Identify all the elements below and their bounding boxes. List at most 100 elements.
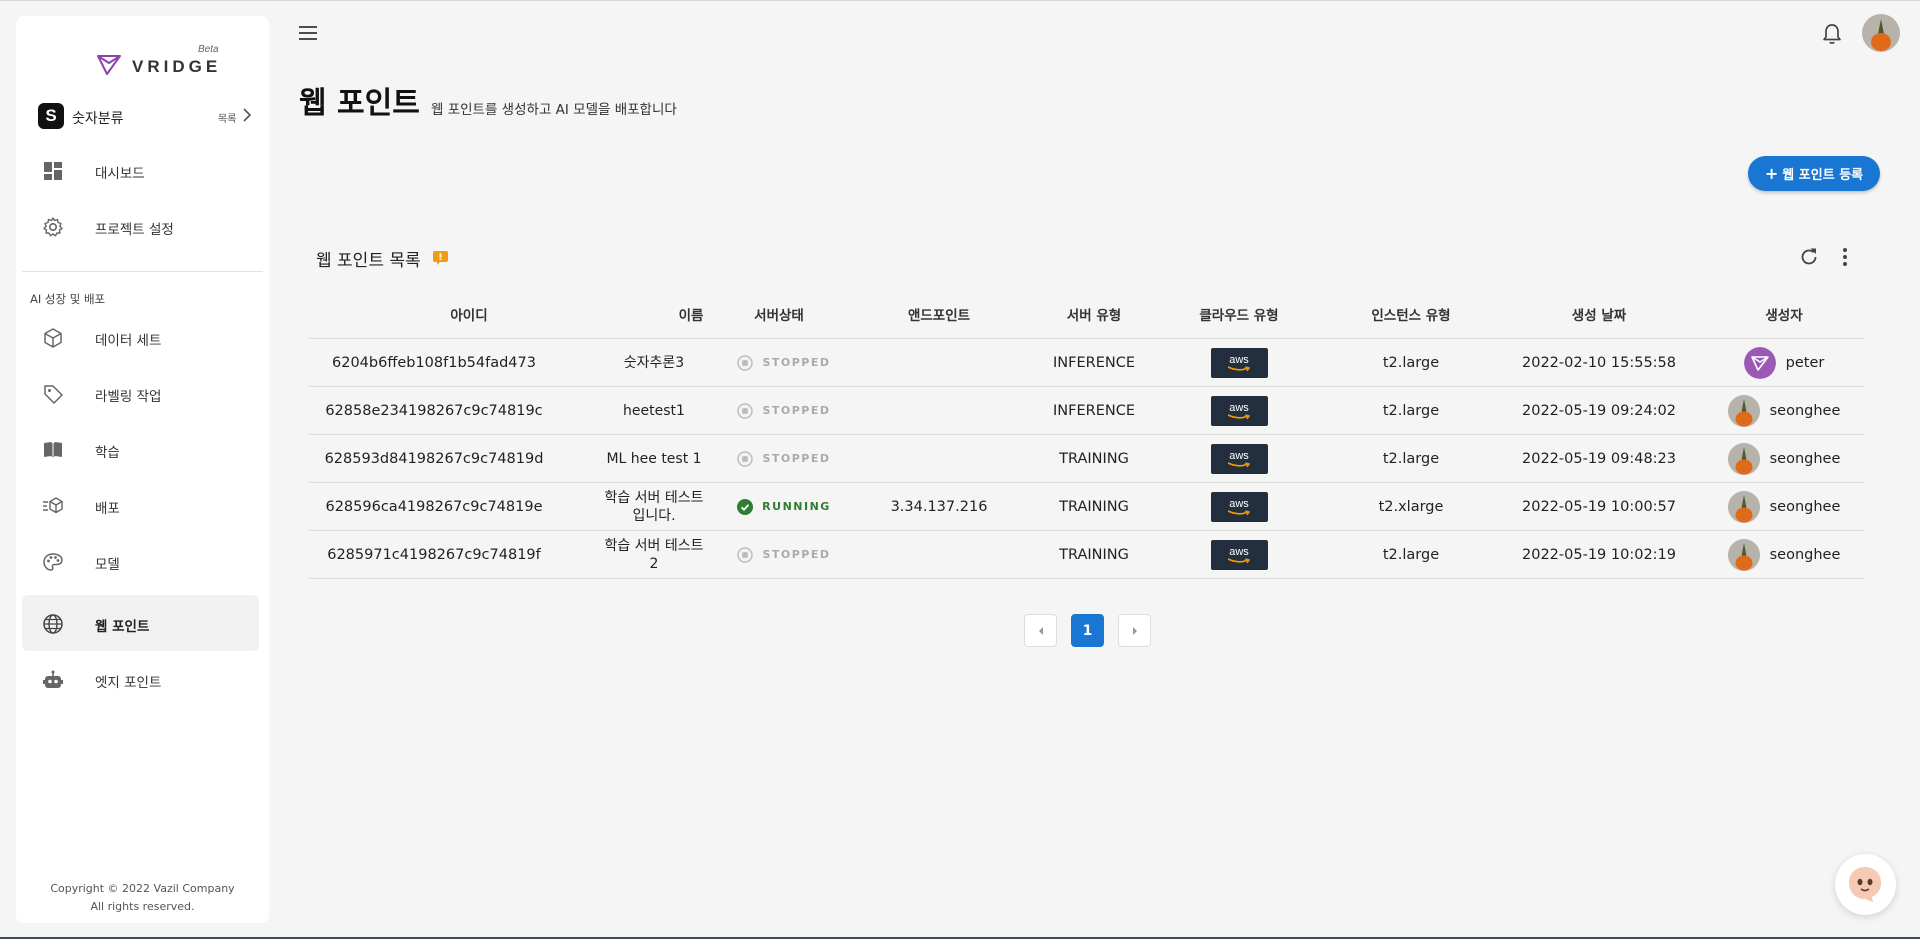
add-button-label: 웹 포인트 등록	[1782, 168, 1864, 183]
sidebar-item-model[interactable]: 모델	[22, 533, 259, 589]
robot-icon	[43, 670, 63, 688]
sidebar-item-dashboard[interactable]: 대시보드	[22, 142, 259, 198]
cell-id: 6285971c4198267c9c74819f	[309, 531, 559, 579]
caret-left-icon	[1038, 626, 1043, 635]
creator: seonghee	[1727, 395, 1840, 427]
column-header-instance-type[interactable]: 인스턴스 유형	[1331, 304, 1491, 324]
caret-right-icon	[1132, 626, 1137, 635]
avatar	[1727, 491, 1760, 523]
prev-page-button[interactable]	[1024, 614, 1057, 647]
copyright: Copyright © 2022 Vazil Company All right…	[16, 880, 269, 916]
bell-icon[interactable]	[1819, 21, 1845, 47]
table-row[interactable]: 6285971c4198267c9c74819f 학습 서버 테스트 2 STOPP…	[309, 531, 1865, 579]
user-avatar[interactable]	[1862, 14, 1900, 52]
sidebar-item-training[interactable]: 학습	[22, 421, 259, 477]
column-header-server-type[interactable]: 서버 유형	[1024, 304, 1164, 324]
status-text: STOPPED	[762, 356, 831, 369]
column-header-cloud-type[interactable]: 클라우드 유형	[1169, 304, 1309, 324]
created-text: 2022-05-19 09:24:02	[1522, 403, 1676, 419]
more-vert-icon[interactable]	[1835, 245, 1855, 269]
server-type-text: INFERENCE	[1053, 355, 1135, 371]
sidebar-item-web-point[interactable]: 웹 포인트	[22, 595, 259, 651]
cell-instance: t2.large	[1331, 435, 1491, 483]
avatar	[1727, 539, 1760, 571]
dashboard-icon	[44, 162, 62, 180]
project-list-link[interactable]: 목록	[218, 110, 236, 125]
cell-instance: t2.xlarge	[1331, 483, 1491, 531]
table-row[interactable]: 628593d84198267c9c74819d ML hee test 1 STO…	[309, 435, 1865, 483]
column-header-endpoint[interactable]: 앤드포인트	[869, 304, 1009, 324]
app-logo[interactable]: Beta VRIDGE	[82, 34, 222, 80]
name-text: 숫자추론3	[623, 355, 685, 371]
menu-icon[interactable]	[297, 24, 319, 42]
status-badge: STOPPED	[737, 450, 830, 468]
project-selector[interactable]: S 숫자분류 목록	[38, 99, 258, 133]
cell-cloud: aws	[1169, 435, 1309, 483]
stop-circle-icon	[737, 451, 754, 467]
cell-name: 학습 서버 테스트 입니다.	[569, 483, 739, 531]
palette-icon	[43, 553, 63, 571]
column-header-creator[interactable]: 생성자	[1704, 304, 1864, 324]
cell-id: 628596ca4198267c9c74819e	[309, 483, 559, 531]
user-photo-icon	[1727, 491, 1760, 523]
cell-name: heetest1	[569, 387, 739, 435]
column-header-created[interactable]: 생성 날짜	[1519, 304, 1679, 324]
created-text: 2022-02-10 15:55:58	[1522, 355, 1676, 371]
gear-icon	[43, 217, 63, 237]
cell-status: STOPPED	[719, 435, 849, 483]
column-header-id[interactable]: 아이디	[359, 304, 579, 324]
instance-text: t2.xlarge	[1378, 499, 1444, 515]
creator-name: seonghee	[1769, 547, 1841, 563]
cell-endpoint	[869, 387, 1009, 435]
next-page-button[interactable]	[1118, 614, 1151, 647]
server-type-text: INFERENCE	[1053, 403, 1135, 419]
tag-icon	[44, 385, 63, 404]
refresh-icon[interactable]	[1797, 245, 1821, 269]
cell-creator: seonghee	[1704, 387, 1864, 435]
aws-logo: aws	[1210, 348, 1268, 378]
cell-endpoint	[869, 531, 1009, 579]
sidebar-section-label: AI 성장 및 배포	[30, 292, 106, 306]
endpoint-text: 3.34.137.216	[890, 499, 988, 515]
stop-circle-icon	[737, 355, 754, 371]
sidebar-item-labeling[interactable]: 라벨링 작업	[22, 365, 259, 421]
id-text: 628596ca4198267c9c74819e	[325, 499, 543, 515]
id-text: 6285971c4198267c9c74819f	[327, 547, 541, 563]
cell-endpoint	[869, 435, 1009, 483]
cell-name: 학습 서버 테스트 2	[569, 531, 739, 579]
project-name: 숫자분류	[72, 111, 124, 127]
sidebar-item-project-settings[interactable]: 프로젝트 설정	[22, 198, 259, 254]
instance-text: t2.large	[1382, 451, 1440, 467]
status-badge: STOPPED	[737, 354, 830, 372]
table-row[interactable]: 62858e234198267c9c74819c heetest1 STOPPED I…	[309, 387, 1865, 435]
check-circle-icon	[737, 499, 754, 515]
table-row[interactable]: 628596ca4198267c9c74819e 학습 서버 테스트 입니다. RU…	[309, 483, 1865, 531]
sidebar-item-edge-point[interactable]: 엣지 포인트	[22, 651, 259, 707]
page-button-current[interactable]: 1	[1071, 614, 1104, 647]
cell-instance: t2.large	[1331, 531, 1491, 579]
cell-cloud: aws	[1169, 339, 1309, 387]
cell-status: STOPPED	[719, 339, 849, 387]
cell-creator: peter	[1704, 339, 1864, 387]
sidebar-item-deploy[interactable]: 배포	[22, 477, 259, 533]
add-web-point-button[interactable]: + 웹 포인트 등록	[1748, 156, 1880, 191]
sidebar-item-label: 모델	[95, 557, 120, 573]
cell-creator: seonghee	[1704, 435, 1864, 483]
creator-name: seonghee	[1769, 451, 1841, 467]
table-row[interactable]: 6204b6ffeb108f1b54fad473 숫자추론3 STOPPED INFE…	[309, 339, 1865, 387]
column-header-status[interactable]: 서버상태	[729, 304, 829, 324]
name-text: 학습 서버 테스트 2	[604, 538, 704, 572]
aws-smile-icon	[1227, 557, 1251, 563]
instance-text: t2.large	[1382, 355, 1440, 371]
cell-created: 2022-05-19 10:00:57	[1519, 483, 1679, 531]
aws-smile-icon	[1227, 413, 1251, 419]
aws-logo: aws	[1210, 396, 1268, 426]
beta-badge: Beta	[198, 44, 219, 55]
cell-endpoint	[869, 339, 1009, 387]
chat-support-button[interactable]	[1835, 854, 1896, 915]
cloud-type-text: aws	[1229, 353, 1249, 366]
stop-circle-icon	[737, 547, 754, 563]
server-type-text: TRAINING	[1059, 451, 1129, 467]
instance-text: t2.large	[1382, 403, 1440, 419]
sidebar-item-dataset[interactable]: 데이터 세트	[22, 309, 259, 365]
